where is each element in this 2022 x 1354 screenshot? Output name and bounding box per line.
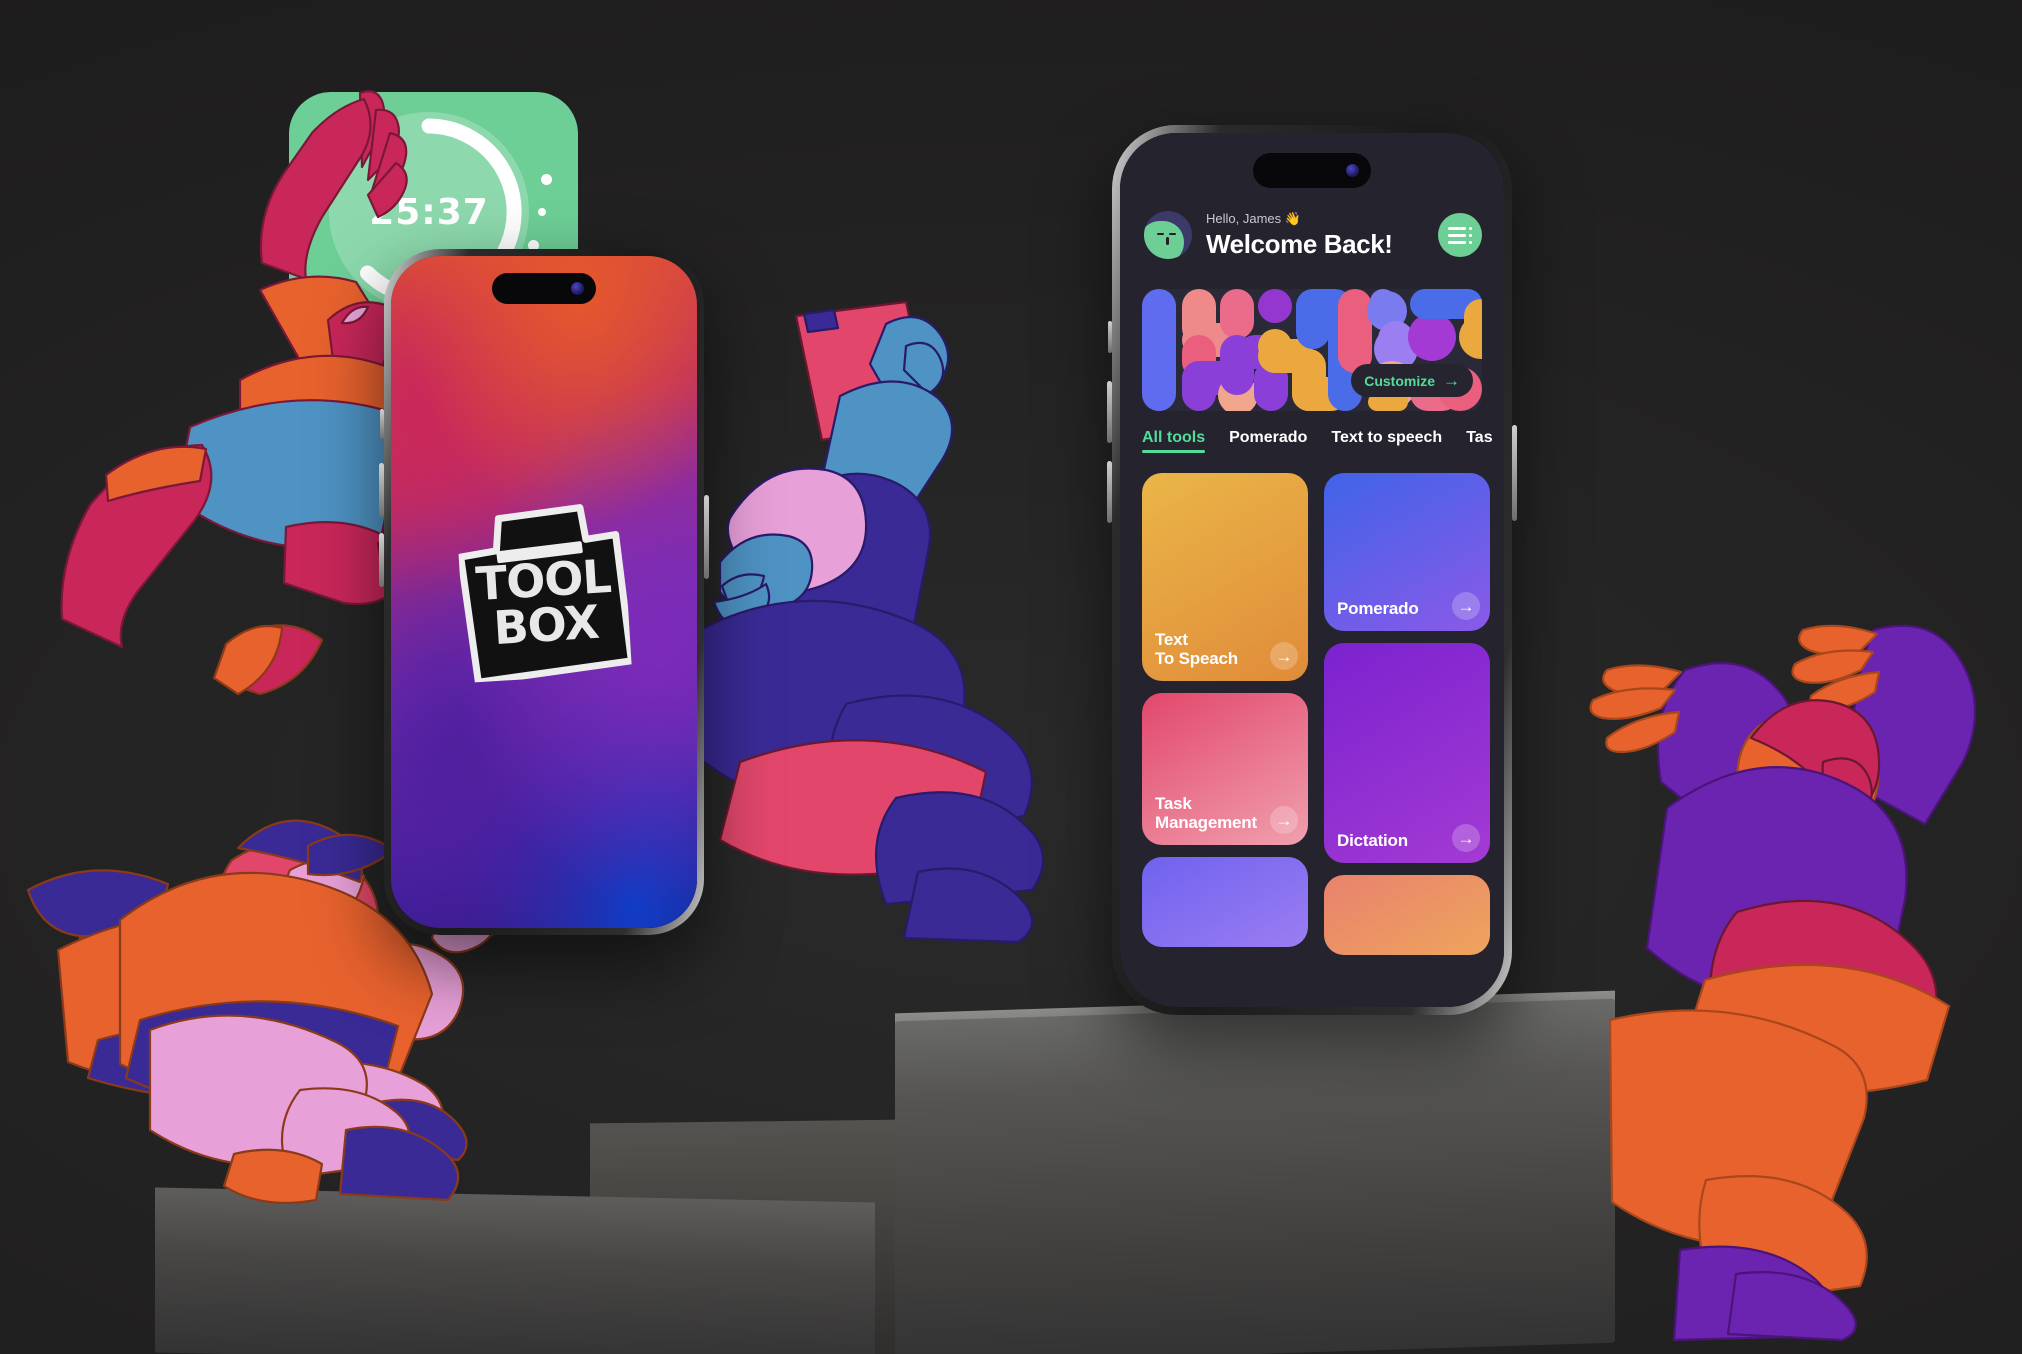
arrow-right-icon: →	[1443, 371, 1460, 390]
power-button-right[interactable]	[1512, 425, 1517, 521]
tool-card-label: Task Management	[1142, 794, 1257, 845]
character-right-dancing	[1555, 620, 2022, 1095]
page-title: Welcome Back!	[1206, 228, 1393, 259]
toolbox-app: Hello, James 👋 Welcome Back! Customize →…	[1120, 133, 1504, 1007]
volume-up-button[interactable]	[379, 463, 384, 517]
tool-card-partial-left[interactable]	[1142, 857, 1308, 947]
tools-tab-bar: All tools Pomerado Text to speech Tas	[1142, 429, 1493, 453]
character-bottom-left-legs	[148, 1000, 510, 1220]
timer-dot	[538, 208, 546, 216]
tab-text-to-speech[interactable]: Text to speech	[1331, 429, 1442, 453]
tab-all-tools[interactable]: All tools	[1142, 429, 1206, 453]
tool-card-label: Pomerado	[1324, 599, 1419, 631]
tool-card-dictation[interactable]: Dictation →	[1324, 643, 1490, 863]
phone-screen-left: TOOL BOX	[391, 256, 697, 928]
tool-card-partial-right[interactable]	[1324, 875, 1490, 955]
arrow-right-icon[interactable]: →	[1452, 824, 1480, 852]
phone-screen-right: Hello, James 👋 Welcome Back! Customize →…	[1120, 133, 1504, 1007]
tool-label-line1: Dictation	[1337, 830, 1408, 850]
avatar-eye-right	[1169, 233, 1176, 236]
volume-up-button-right[interactable]	[1107, 381, 1112, 443]
tab-task[interactable]: Tas	[1466, 429, 1492, 453]
toolbox-logo-text: TOOL BOX	[459, 549, 630, 655]
timer-dot	[541, 174, 552, 185]
dynamic-island-right	[1253, 153, 1371, 188]
avatar-mouth	[1166, 237, 1169, 246]
customize-banner[interactable]: Customize →	[1142, 289, 1482, 411]
avatar-eye-left	[1157, 233, 1164, 236]
tool-label-line1: Pomerado	[1337, 598, 1419, 618]
app-header: Hello, James 👋 Welcome Back!	[1144, 211, 1482, 260]
character-center-holding-phone	[692, 300, 1160, 944]
menu-row	[1448, 240, 1472, 244]
arrow-right-icon[interactable]: →	[1270, 806, 1298, 834]
user-avatar[interactable]	[1144, 211, 1192, 260]
scene-root: 25:37 TOOL BOX Hello, James 👋 Welcome Ba…	[0, 0, 2022, 1354]
arrow-right-icon[interactable]: →	[1270, 642, 1298, 670]
tool-label-line1: Text	[1155, 629, 1188, 649]
greeting-block: Hello, James 👋 Welcome Back!	[1206, 211, 1438, 260]
toolbox-logo: TOOL BOX	[456, 501, 633, 683]
timer-dot	[485, 152, 492, 159]
greeting-line: Hello, James 👋	[1206, 211, 1301, 226]
arrow-right-icon[interactable]: →	[1452, 592, 1480, 620]
tool-card-label: Text To Speach	[1142, 630, 1238, 681]
tool-label-line2: Management	[1155, 812, 1257, 832]
tool-label-line1: Task	[1155, 793, 1192, 813]
toolbox-brand-phone: TOOL BOX	[379, 249, 709, 935]
tool-card-label: Dictation	[1324, 831, 1408, 863]
dynamic-island-left	[492, 273, 596, 304]
toolbox-app-phone: Hello, James 👋 Welcome Back! Customize →…	[1107, 125, 1517, 1015]
tool-card-text-to-speech[interactable]: Text To Speach →	[1142, 473, 1308, 681]
avatar-face	[1144, 221, 1184, 260]
customize-label: Customize	[1364, 372, 1435, 389]
tool-label-line2: To Speach	[1155, 648, 1238, 668]
menu-row	[1448, 226, 1472, 230]
mute-switch[interactable]	[380, 409, 384, 439]
hamburger-menu-icon[interactable]	[1438, 213, 1482, 258]
tool-card-task-management[interactable]: Task Management →	[1142, 693, 1308, 845]
customize-button[interactable]: Customize →	[1351, 364, 1473, 397]
mute-switch-right[interactable]	[1108, 321, 1112, 353]
volume-down-button[interactable]	[379, 533, 384, 587]
front-camera-icon	[571, 282, 584, 295]
volume-down-button-right[interactable]	[1107, 461, 1112, 523]
character-right-dancing-legs	[1608, 1009, 2010, 1342]
front-camera-icon-right	[1346, 164, 1359, 177]
tool-card-pomerado[interactable]: Pomerado →	[1324, 473, 1490, 631]
tools-grid: Text To Speach → Pomerado → Task Managem…	[1142, 473, 1490, 1007]
podium-right	[895, 998, 1615, 1354]
power-button[interactable]	[704, 495, 709, 579]
tab-pomerado[interactable]: Pomerado	[1229, 429, 1307, 453]
menu-row	[1448, 233, 1472, 237]
